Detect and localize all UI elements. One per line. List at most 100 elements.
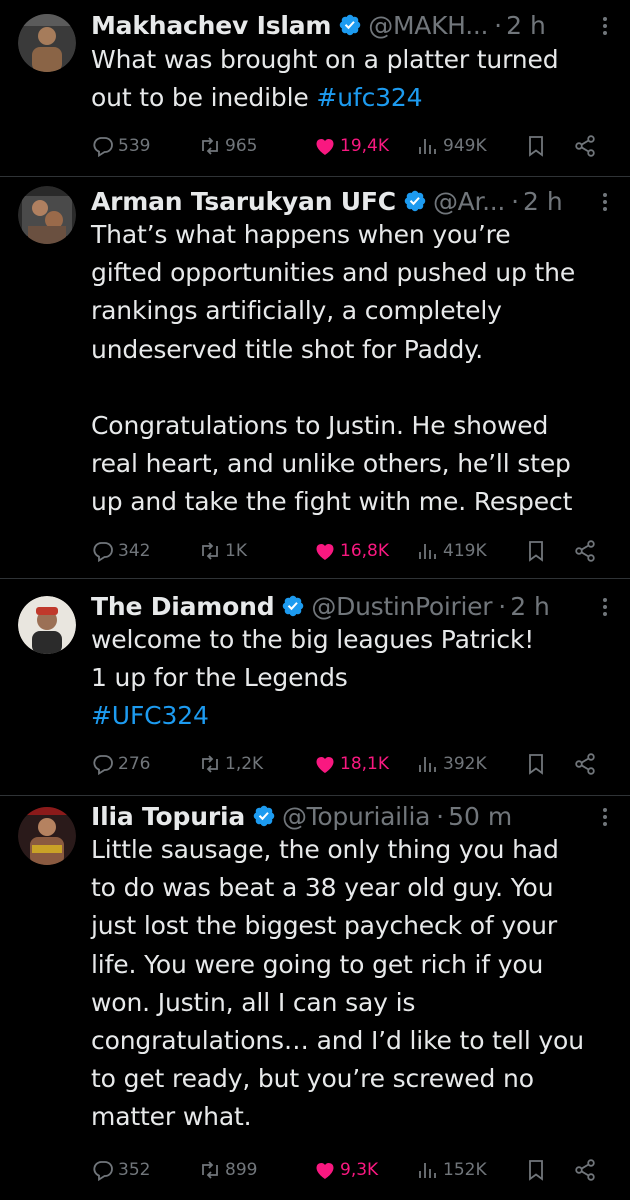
views-icon xyxy=(419,544,436,559)
heart-filled-icon xyxy=(316,139,334,155)
author-handle[interactable]: @MAKH... xyxy=(368,11,488,40)
timestamp[interactable]: 2 h xyxy=(523,187,563,216)
more-icon[interactable] xyxy=(602,597,608,617)
timestamp[interactable]: 2 h xyxy=(506,11,546,40)
tweet-feed: Makhachev Islam @MAKH... · 2 h What was … xyxy=(0,0,630,1200)
share-icon xyxy=(575,540,595,562)
like-button[interactable]: 18,1K xyxy=(313,750,389,778)
bookmark-button[interactable] xyxy=(524,132,551,160)
share-button[interactable] xyxy=(573,132,600,160)
reply-count: 539 xyxy=(118,136,151,156)
tweet-1[interactable]: Makhachev Islam @MAKH... · 2 h What was … xyxy=(0,0,630,177)
tweet-text: welcome to the big leagues Patrick! 1 up… xyxy=(91,621,618,736)
views-count: 392K xyxy=(443,754,487,774)
avatar-makhachev[interactable] xyxy=(18,14,76,72)
retweet-icon xyxy=(202,137,218,155)
action-bar: 352 899 9,3K 152K xyxy=(91,1156,611,1184)
share-icon xyxy=(575,1159,595,1181)
retweet-icon xyxy=(202,1161,218,1179)
retweet-button[interactable]: 965 xyxy=(198,132,257,160)
author-handle[interactable]: @Ar... xyxy=(433,187,505,216)
views-icon xyxy=(419,1163,436,1178)
author-handle[interactable]: @Topuriailia xyxy=(282,802,430,831)
heart-filled-icon xyxy=(316,1163,334,1179)
tweet-text: That’s what happens when you’re gifted o… xyxy=(91,216,618,522)
author-name[interactable]: Makhachev Islam xyxy=(91,11,331,40)
tweet-2[interactable]: Arman Tsarukyan UFC @Ar... · 2 h That’s … xyxy=(0,177,630,579)
retweet-button[interactable]: 1,2K xyxy=(198,750,263,778)
reply-button[interactable]: 352 xyxy=(91,1156,150,1184)
share-icon xyxy=(575,753,595,775)
bookmark-icon xyxy=(529,541,543,562)
views-button[interactable]: 392K xyxy=(416,750,487,778)
timestamp[interactable]: 2 h xyxy=(510,592,550,621)
share-button[interactable] xyxy=(573,1156,600,1184)
bookmark-button[interactable] xyxy=(524,1156,551,1184)
more-icon[interactable] xyxy=(602,807,608,827)
views-count: 419K xyxy=(443,541,487,561)
verified-icon xyxy=(283,595,304,617)
heart-filled-icon xyxy=(316,544,334,560)
bookmark-icon xyxy=(529,1160,543,1181)
tweet-text-part: welcome to the big leagues Patrick! 1 up… xyxy=(91,625,535,693)
retweet-count: 899 xyxy=(225,1160,258,1180)
verified-icon xyxy=(340,14,361,36)
like-button[interactable]: 19,4K xyxy=(313,132,389,160)
retweet-button[interactable]: 899 xyxy=(198,1156,257,1184)
separator-dot: · xyxy=(511,186,520,216)
action-bar: 342 1K 16,8K 419K xyxy=(91,537,611,565)
author-name[interactable]: Arman Tsarukyan UFC xyxy=(91,187,396,216)
share-button[interactable] xyxy=(573,537,600,565)
author-name[interactable]: Ilia Topuria xyxy=(91,802,245,831)
tweet-header: The Diamond @DustinPoirier · 2 h xyxy=(91,587,616,625)
more-icon[interactable] xyxy=(602,16,608,36)
more-icon[interactable] xyxy=(602,192,608,212)
avatar-topuria[interactable] xyxy=(18,807,76,865)
timestamp[interactable]: 50 m xyxy=(448,802,512,831)
views-icon xyxy=(419,757,436,772)
hashtag-link[interactable]: #ufc324 xyxy=(316,83,422,112)
like-button[interactable]: 9,3K xyxy=(313,1156,378,1184)
views-icon xyxy=(419,139,436,154)
bookmark-button[interactable] xyxy=(524,537,551,565)
verified-icon xyxy=(404,190,426,212)
reply-icon xyxy=(93,755,113,776)
tweet-text: What was brought on a platter turned out… xyxy=(91,41,618,117)
reply-icon xyxy=(93,542,113,563)
reply-button[interactable]: 539 xyxy=(91,132,150,160)
author-handle[interactable]: @DustinPoirier xyxy=(311,592,492,621)
tweet-3[interactable]: The Diamond @DustinPoirier · 2 h welcome… xyxy=(0,579,630,796)
views-button[interactable]: 419K xyxy=(416,537,487,565)
reply-count: 352 xyxy=(118,1160,151,1180)
retweet-button[interactable]: 1K xyxy=(198,537,247,565)
tweet-header: Ilia Topuria @Topuriailia · 50 m xyxy=(91,797,616,835)
reply-button[interactable]: 276 xyxy=(91,750,150,778)
avatar-poirier[interactable] xyxy=(18,596,76,654)
tweet-header: Arman Tsarukyan UFC @Ar... · 2 h xyxy=(91,182,616,220)
retweet-icon xyxy=(202,755,218,773)
share-button[interactable] xyxy=(573,750,600,778)
views-button[interactable]: 152K xyxy=(416,1156,487,1184)
reply-count: 276 xyxy=(118,754,151,774)
like-count: 18,1K xyxy=(340,754,389,774)
like-count: 19,4K xyxy=(340,136,389,156)
separator-dot: · xyxy=(498,591,507,621)
verified-icon xyxy=(253,805,275,827)
reply-count: 342 xyxy=(118,541,151,561)
avatar-tsarukyan[interactable] xyxy=(18,186,76,244)
tweet-text-part: That’s what happens when you’re gifted o… xyxy=(91,220,576,517)
heart-filled-icon xyxy=(316,757,334,773)
reply-button[interactable]: 342 xyxy=(91,537,150,565)
hashtag-link[interactable]: #UFC324 xyxy=(91,701,209,730)
bookmark-icon xyxy=(529,136,543,157)
bookmark-icon xyxy=(529,754,543,775)
retweet-count: 1K xyxy=(225,541,247,561)
tweet-4[interactable]: Ilia Topuria @Topuriailia · 50 m Little … xyxy=(0,796,630,1200)
bookmark-button[interactable] xyxy=(524,750,551,778)
action-bar: 539 965 19,4K 949K xyxy=(91,132,611,160)
like-count: 9,3K xyxy=(340,1160,379,1180)
views-count: 949K xyxy=(443,136,487,156)
views-button[interactable]: 949K xyxy=(416,132,487,160)
author-name[interactable]: The Diamond xyxy=(91,592,275,621)
like-button[interactable]: 16,8K xyxy=(313,537,389,565)
